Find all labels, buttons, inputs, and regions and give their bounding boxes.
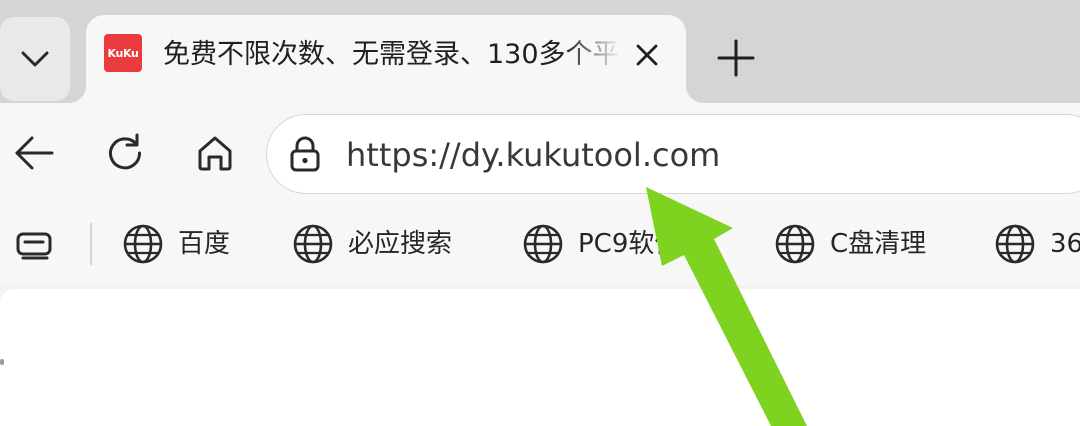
page-content [0,289,1080,426]
tab-close-button[interactable] [627,35,667,75]
browser-window: KuKu 免费不限次数、无需登录、130多个平台视频 [0,0,1080,426]
chevron-down-icon [21,51,49,67]
refresh-icon [109,133,142,170]
tab-strip: KuKu 免费不限次数、无需登录、130多个平台视频 [0,0,1080,103]
favorite-item-bing[interactable]: 必应搜索 [292,221,452,267]
collections-button[interactable] [10,225,60,265]
back-button[interactable] [4,123,64,183]
kuku-favicon-icon: KuKu [104,34,142,72]
favorite-label: 百度 [178,229,231,259]
refresh-button[interactable] [95,123,155,183]
scroll-marker [0,359,4,365]
close-icon [636,44,658,66]
favorite-item-360[interactable]: 360 [994,221,1080,267]
collections-icon [16,232,52,260]
new-tab-button[interactable] [708,30,764,86]
back-arrow-icon [15,136,54,170]
favorites-bar: 百度 必应搜索 PC9软件园 C盘清理 36 [0,205,1080,285]
favorite-label: C盘清理 [830,229,927,259]
favorite-label: 360 [1050,229,1080,259]
globe-icon [123,224,163,264]
lock-icon[interactable] [287,135,323,173]
home-button[interactable] [185,123,245,183]
home-icon [198,136,232,171]
tab-title: 免费不限次数、无需登录、130多个平台视频 [163,39,621,70]
url-text[interactable]: https://dy.kukutool.com [346,133,720,177]
plus-icon [717,39,755,77]
favorites-divider [90,223,92,265]
favorite-item-pc9[interactable]: PC9软件园 [522,221,706,267]
navigation-toolbar: https://dy.kukutool.com [0,103,1080,205]
globe-icon [775,224,815,264]
active-tab[interactable]: KuKu 免费不限次数、无需登录、130多个平台视频 [68,15,704,103]
favorite-label: 必应搜索 [348,229,453,259]
globe-icon [995,224,1035,264]
globe-icon [523,224,563,264]
globe-icon [293,224,333,264]
tab-list-button[interactable] [0,17,70,101]
favorite-label: PC9软件园 [578,229,707,259]
address-bar[interactable]: https://dy.kukutool.com [266,114,1080,194]
favorite-item-baidu[interactable]: 百度 [122,221,230,267]
favorite-item-c-drive[interactable]: C盘清理 [774,221,926,267]
